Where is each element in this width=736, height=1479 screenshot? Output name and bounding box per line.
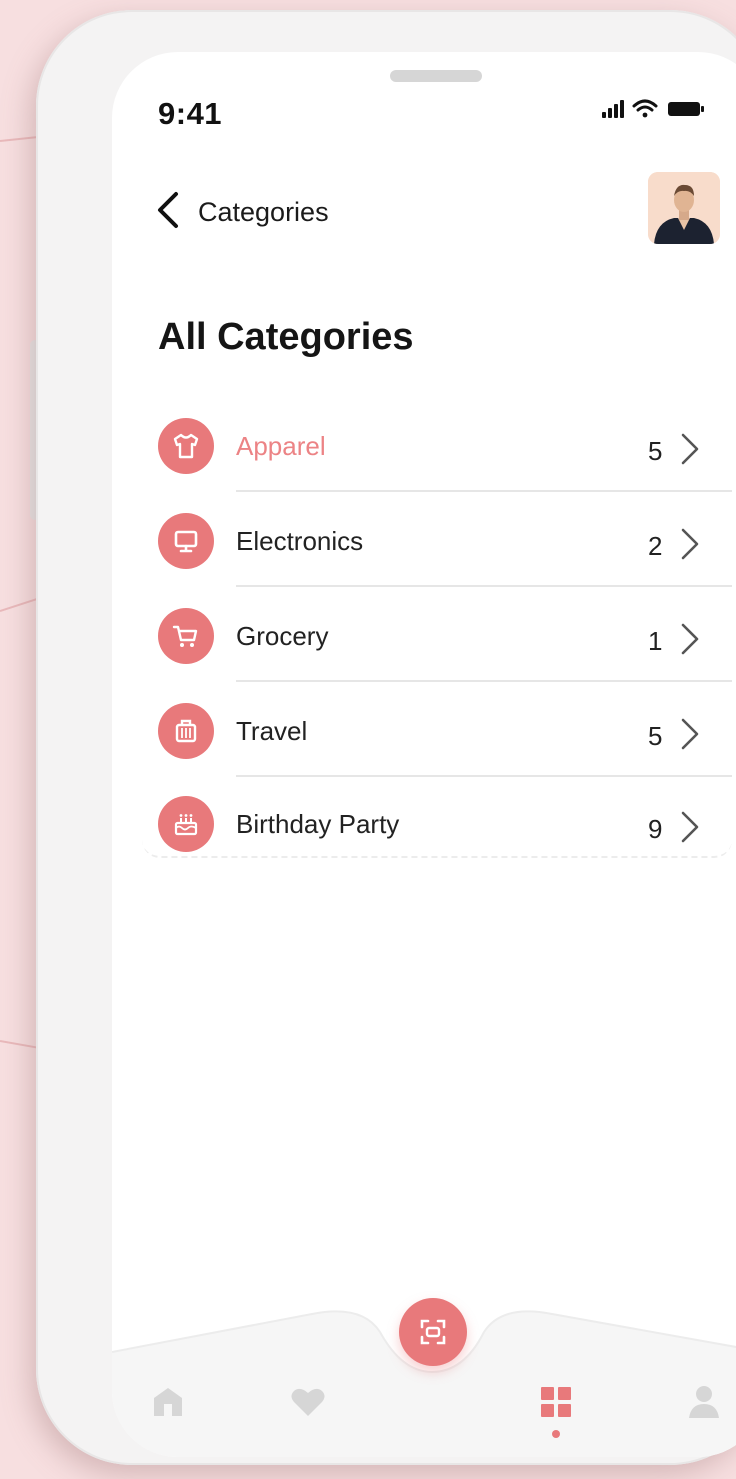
wifi-icon xyxy=(632,99,658,118)
category-count: 1 xyxy=(648,626,663,656)
category-label: Electronics xyxy=(236,526,364,556)
chevron-right-icon xyxy=(681,433,699,465)
cake-icon xyxy=(158,796,214,852)
shirt-icon xyxy=(158,418,214,474)
category-label: Apparel xyxy=(236,431,326,461)
back-button[interactable] xyxy=(150,188,190,232)
category-count: 2 xyxy=(648,531,663,561)
row-divider xyxy=(236,585,732,587)
suitcase-icon xyxy=(158,703,214,759)
nav-categories[interactable] xyxy=(536,1382,576,1422)
category-label: Grocery xyxy=(236,621,329,651)
category-row-electronics[interactable]: Electronics 2 xyxy=(112,493,736,587)
scan-button[interactable] xyxy=(399,1298,467,1366)
chevron-right-icon xyxy=(681,811,699,843)
status-time: 9:41 xyxy=(158,96,223,131)
category-count: 9 xyxy=(648,814,663,844)
category-row-grocery[interactable]: Grocery 1 xyxy=(112,588,736,682)
battery-icon xyxy=(668,102,704,116)
status-icons xyxy=(602,99,704,118)
monitor-icon xyxy=(158,513,214,569)
row-divider xyxy=(236,680,732,682)
home-icon xyxy=(154,1388,182,1416)
section-title: All Categories xyxy=(158,316,414,358)
category-count: 5 xyxy=(648,436,663,466)
category-count: 5 xyxy=(648,721,663,751)
background-line xyxy=(0,1040,40,1049)
heart-icon xyxy=(291,1388,325,1416)
avatar-image xyxy=(648,172,720,244)
category-row-birthday-party[interactable]: Birthday Party 9 xyxy=(112,776,736,870)
signal-icon xyxy=(602,100,624,118)
phone-screen: 9:41 Categories All Categories Apparel 5… xyxy=(112,52,736,1457)
grid-icon xyxy=(541,1387,571,1417)
page-title: Categories xyxy=(198,197,329,227)
nav-favorites[interactable] xyxy=(288,1382,328,1422)
category-row-apparel[interactable]: Apparel 5 xyxy=(112,398,736,492)
nav-home[interactable] xyxy=(148,1382,188,1422)
cart-icon xyxy=(158,608,214,664)
category-label: Travel xyxy=(236,716,308,746)
speaker-pill xyxy=(390,70,482,82)
chevron-right-icon xyxy=(681,528,699,560)
nav-active-indicator xyxy=(552,1430,560,1438)
category-label: Birthday Party xyxy=(236,809,400,839)
avatar[interactable] xyxy=(648,172,720,244)
category-row-travel[interactable]: Travel 5 xyxy=(112,683,736,777)
phone-frame: 9:41 Categories All Categories Apparel 5… xyxy=(36,10,736,1465)
row-divider xyxy=(236,490,732,492)
nav-profile[interactable] xyxy=(684,1382,724,1422)
chevron-right-icon xyxy=(681,623,699,655)
scan-icon xyxy=(420,1319,446,1345)
user-icon xyxy=(689,1386,719,1418)
chevron-right-icon xyxy=(681,718,699,750)
